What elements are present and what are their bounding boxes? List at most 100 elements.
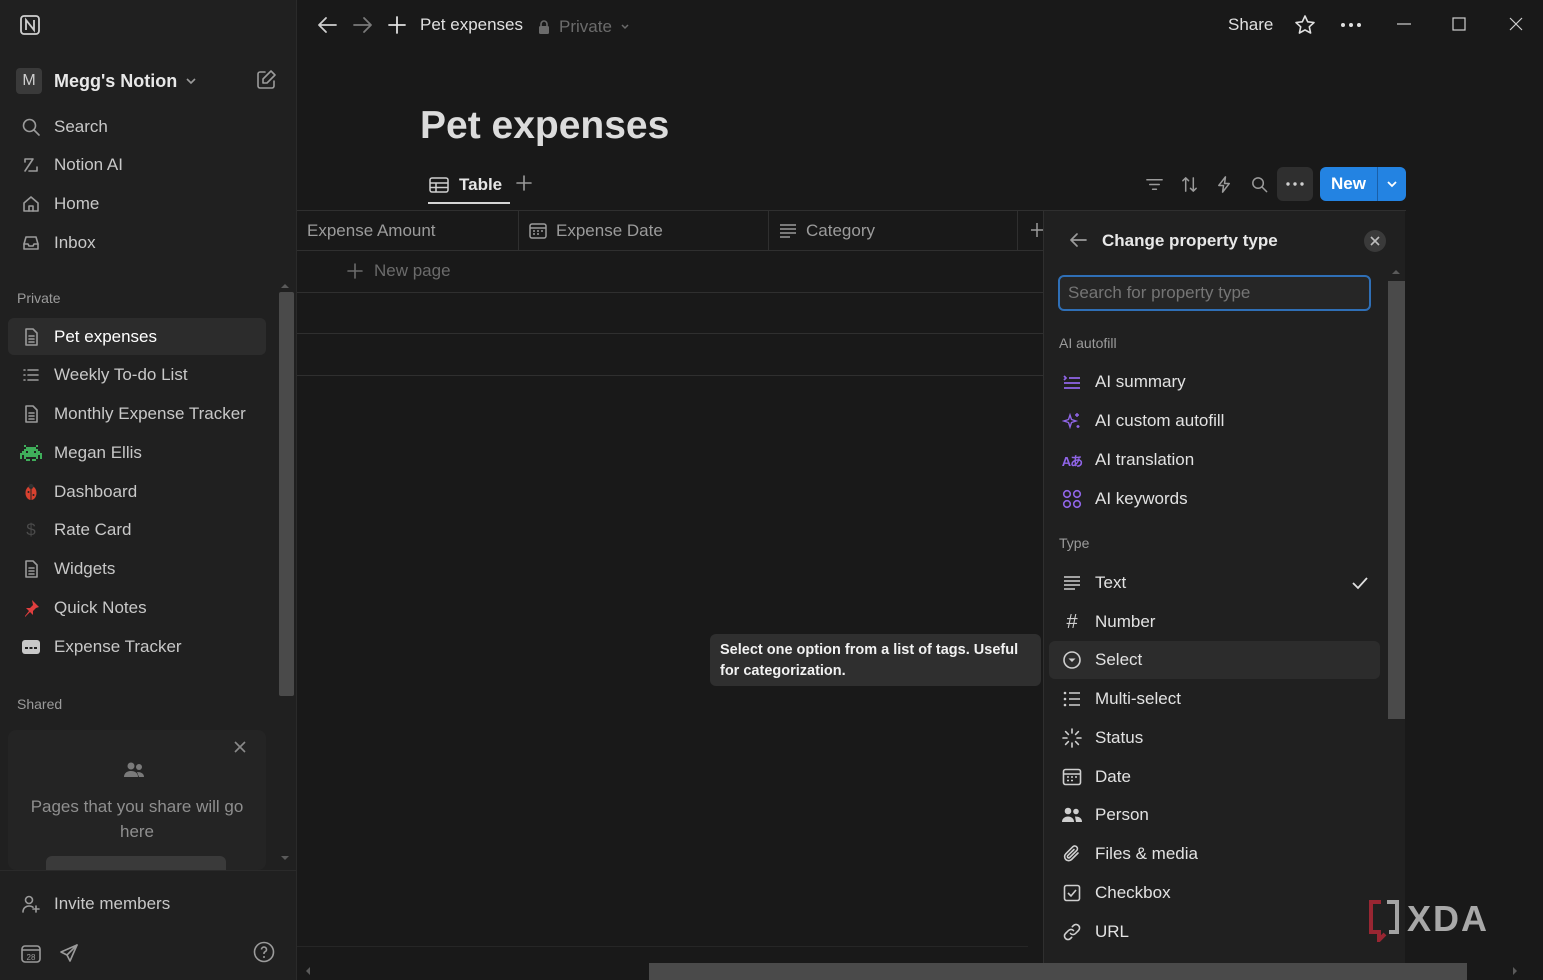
share-button[interactable]: Share — [1228, 15, 1273, 35]
scroll-left-arrow-icon[interactable] — [304, 966, 312, 976]
sidebar-page-expense-tracker[interactable]: Expense Tracker — [8, 628, 266, 665]
sidebar-page-widgets[interactable]: Widgets — [8, 550, 266, 587]
paperclip-icon — [1049, 844, 1095, 864]
sidebar-page-weekly-todo[interactable]: Weekly To-do List — [8, 356, 266, 393]
sidebar-item-label: Quick Notes — [54, 597, 147, 617]
xda-bracket-logo-icon — [1367, 896, 1401, 942]
sidebar-item-notion-ai[interactable]: Notion AI — [8, 146, 266, 183]
option-label: AI keywords — [1095, 489, 1188, 508]
home-icon — [8, 194, 54, 214]
sidebar-item-home[interactable]: Home — [8, 185, 266, 222]
row-border — [297, 250, 1043, 251]
column-header-category[interactable]: Category — [769, 211, 1018, 250]
sidebar-item-label: Megan Ellis — [54, 442, 142, 462]
close-window-icon[interactable] — [1509, 17, 1523, 31]
sidebar-page-dashboard[interactable]: Dashboard — [8, 473, 266, 510]
add-property-plus-icon[interactable] — [1030, 222, 1044, 238]
svg-text:28: 28 — [27, 953, 36, 962]
add-view-plus-icon[interactable] — [515, 174, 533, 192]
people-icon — [122, 760, 146, 780]
view-more-options-button[interactable] — [1277, 167, 1313, 201]
more-options-icon — [1286, 182, 1304, 186]
calendar-app-icon[interactable]: 28 — [20, 942, 42, 964]
xda-watermark: XDA — [1367, 896, 1489, 942]
minimize-icon[interactable] — [1397, 23, 1411, 25]
new-button-group: New — [1320, 167, 1406, 201]
filter-icon[interactable] — [1145, 175, 1164, 194]
option-files-media[interactable]: Files & media — [1049, 835, 1380, 873]
option-url[interactable]: URL — [1049, 913, 1380, 951]
privacy-menu[interactable]: Private — [537, 17, 630, 37]
page-icon — [8, 559, 54, 579]
favorite-star-icon[interactable] — [1294, 14, 1316, 36]
scroll-down-arrow-icon[interactable] — [280, 854, 290, 862]
start-collaborating-button[interactable] — [46, 856, 226, 870]
option-multi-select[interactable]: Multi-select — [1049, 680, 1380, 718]
space-invader-icon — [8, 444, 54, 462]
more-options-icon[interactable] — [1340, 22, 1362, 28]
horizontal-scrollbar[interactable] — [649, 963, 1467, 980]
workspace-switcher[interactable]: M Megg's Notion — [16, 67, 197, 95]
sidebar-page-quick-notes[interactable]: Quick Notes — [8, 589, 266, 626]
option-text[interactable]: Text — [1049, 564, 1380, 602]
notion-logo-icon[interactable] — [19, 14, 41, 36]
send-icon[interactable] — [59, 943, 79, 963]
scroll-right-arrow-icon[interactable] — [1511, 966, 1519, 976]
page-title[interactable]: Pet expenses — [420, 104, 669, 148]
option-ai-custom-autofill[interactable]: AI custom autofill — [1049, 402, 1380, 440]
sidebar-item-search[interactable]: Search — [8, 108, 266, 145]
option-ai-keywords[interactable]: AI keywords — [1049, 480, 1380, 518]
option-label: Checkbox — [1095, 883, 1171, 902]
property-type-search-input[interactable] — [1058, 275, 1371, 311]
search-icon[interactable] — [1250, 175, 1269, 194]
option-person[interactable]: Person — [1049, 796, 1380, 834]
multi-select-icon — [1049, 690, 1095, 708]
column-header-label: Expense Amount — [307, 220, 436, 240]
option-checkbox[interactable]: Checkbox — [1049, 874, 1380, 912]
new-page-row[interactable]: New page — [346, 261, 451, 281]
breadcrumb-page-title[interactable]: Pet expenses — [420, 15, 523, 35]
sidebar-item-label: Weekly To-do List — [54, 364, 188, 384]
maximize-icon[interactable] — [1452, 17, 1466, 31]
column-header-expense-date[interactable]: Expense Date — [519, 211, 769, 250]
sidebar-page-monthly-expense-tracker[interactable]: Monthly Expense Tracker — [8, 395, 266, 432]
option-date[interactable]: Date — [1049, 758, 1380, 796]
invite-members-button[interactable]: Invite members — [8, 885, 266, 922]
option-ai-translation[interactable]: Aあ AI translation — [1049, 441, 1380, 479]
watermark-text: XDA — [1407, 898, 1490, 939]
help-icon[interactable] — [253, 941, 275, 963]
type-section-label: Type — [1059, 535, 1090, 551]
tab-table-view[interactable]: Table — [429, 172, 502, 198]
new-record-button[interactable]: New — [1320, 174, 1377, 194]
change-property-type-panel: Change property type AI autofill AI summ… — [1043, 211, 1405, 980]
option-status[interactable]: Status — [1049, 719, 1380, 757]
sidebar-page-megan-ellis[interactable]: Megan Ellis — [8, 434, 266, 471]
new-page-compose-icon[interactable] — [255, 69, 277, 91]
text-icon — [1049, 574, 1095, 592]
sidebar-scrollbar[interactable] — [279, 292, 294, 696]
keywords-icon — [1049, 489, 1095, 509]
forward-arrow-icon[interactable] — [352, 15, 374, 35]
sidebar-item-inbox[interactable]: Inbox — [8, 224, 266, 261]
scroll-up-arrow-icon[interactable] — [280, 282, 290, 290]
sidebar-page-rate-card[interactable]: $ Rate Card — [8, 511, 266, 548]
option-select[interactable]: Select — [1049, 641, 1380, 679]
sort-icon[interactable] — [1180, 175, 1199, 194]
new-tab-plus-icon[interactable] — [387, 15, 407, 35]
option-number[interactable]: # Number — [1049, 603, 1380, 641]
close-panel-button[interactable] — [1364, 230, 1386, 252]
sidebar-page-pet-expenses[interactable]: Pet expenses — [8, 318, 266, 355]
pin-icon — [8, 598, 54, 618]
table-icon — [429, 176, 449, 194]
option-ai-summary[interactable]: AI summary — [1049, 363, 1380, 401]
search-icon — [8, 117, 54, 137]
close-icon[interactable] — [233, 740, 247, 754]
scroll-up-arrow-icon[interactable] — [1391, 268, 1401, 276]
back-arrow-icon[interactable] — [316, 15, 338, 35]
back-arrow-icon[interactable] — [1068, 231, 1088, 249]
column-header-expense-amount[interactable]: Expense Amount — [297, 211, 519, 250]
link-icon — [1049, 922, 1095, 942]
panel-scrollbar[interactable] — [1388, 281, 1405, 719]
new-dropdown-chevron-icon[interactable] — [1378, 178, 1406, 190]
automation-lightning-icon[interactable] — [1215, 175, 1234, 194]
